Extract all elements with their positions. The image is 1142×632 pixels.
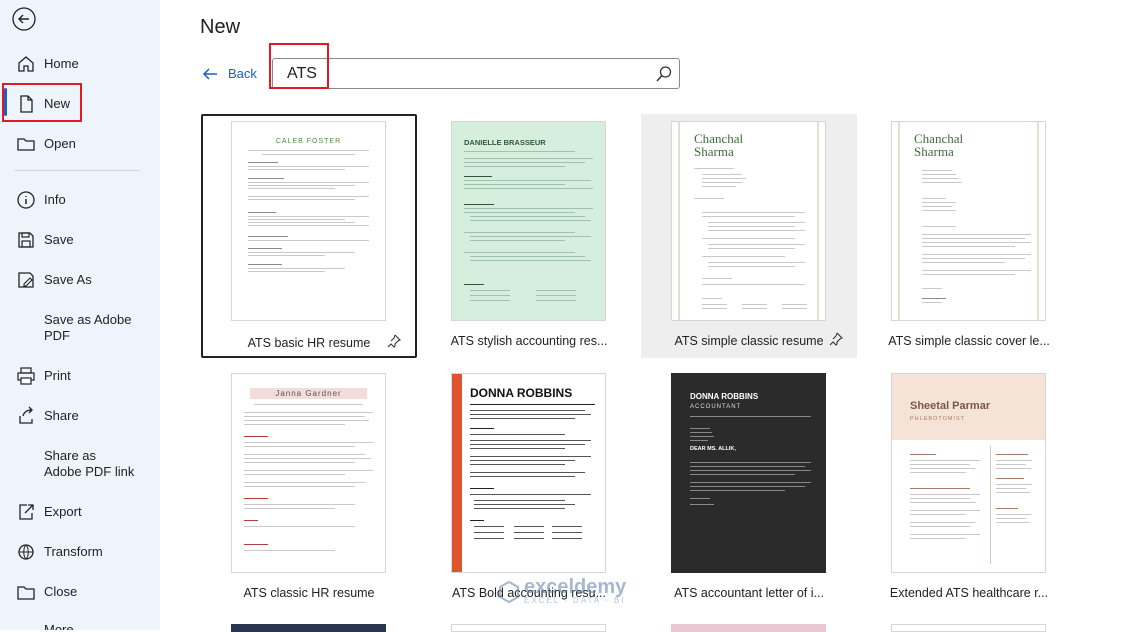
sidebar-item-label: Share <box>44 408 79 423</box>
sidebar-item-share-as-adobe-pdf-link[interactable]: Share as Adobe PDF link <box>0 446 160 480</box>
sidebar-item-home[interactable]: Home <box>0 54 160 74</box>
thumbnail-name: Sheetal Parmar <box>910 400 991 412</box>
export-icon <box>19 504 34 520</box>
sidebar-item-save-as[interactable]: Save As <box>0 270 160 290</box>
back-arrow-icon[interactable] <box>12 7 36 31</box>
save-as-icon <box>18 272 34 288</box>
new-highlight-box <box>2 83 82 122</box>
folder-icon <box>17 138 35 151</box>
template-label: ATS simple classic cover le... <box>888 334 1050 348</box>
template-thumbnail: CALEB FOSTER <box>231 121 386 321</box>
thumbnail-name: Chanchal Sharma <box>694 131 744 159</box>
sidebar-item-close[interactable]: Close <box>0 582 160 602</box>
thumbnail-name: DANIELLE BRASSEUR <box>464 138 546 147</box>
search-input[interactable] <box>287 64 627 84</box>
sidebar-item-label: Save <box>44 232 74 247</box>
thumbnail-column-divider <box>990 446 991 564</box>
pin-icon[interactable] <box>829 332 843 346</box>
thumbnail-border-right <box>817 122 819 320</box>
sidebar-item-export[interactable]: Export <box>0 502 160 522</box>
template-card-extended-ats-healthcare-resume[interactable]: Sheetal Parmar PHLEBOTOMIST Extended ATS… <box>861 372 1077 616</box>
sidebar-item-label: Close <box>44 584 78 599</box>
sidebar-item-label: Print <box>44 368 71 383</box>
backstage-sidebar: Home New Open Info Save Save As Save as … <box>0 0 160 630</box>
sidebar-item-label: Home <box>44 56 79 71</box>
sidebar-item-print[interactable]: Print <box>0 366 160 386</box>
template-card-ats-simple-classic-resume[interactable]: Chanchal Sharma ATS simple classic resum… <box>641 114 857 358</box>
template-label: ATS accountant letter of i... <box>674 586 824 600</box>
sidebar-item-label: Open <box>44 136 76 151</box>
page-title: New <box>200 16 241 38</box>
print-icon <box>17 367 35 385</box>
pin-icon[interactable] <box>387 334 401 348</box>
template-thumbnail: DANIELLE BRASSEUR <box>451 121 606 321</box>
sidebar-item-more[interactable]: More... <box>0 620 160 630</box>
blank-icon-slot <box>16 310 36 330</box>
blank-icon-slot <box>16 620 36 630</box>
sidebar-divider <box>14 170 140 171</box>
template-thumbnail: DONNA ROBBINS <box>451 373 606 573</box>
sidebar-item-info[interactable]: Info <box>0 190 160 210</box>
thumbnail-border-right <box>1037 122 1039 320</box>
search-icon[interactable] <box>655 65 673 83</box>
thumbnail-name: DONNA ROBBINS <box>690 392 759 401</box>
template-card-ats-accountant-letter-of-intent[interactable]: DONNA ROBBINS ACCOUNTANT DEAR MS. ALLIK,… <box>641 372 857 616</box>
template-thumbnail-row3-3[interactable] <box>671 624 826 632</box>
template-thumbnail-row3-4[interactable] <box>891 624 1046 632</box>
thumbnail-greeting: DEAR MS. ALLIK, <box>690 446 736 452</box>
arrow-left-icon <box>202 67 217 80</box>
sidebar-item-share[interactable]: Share <box>0 406 160 426</box>
sidebar-item-label: Transform <box>44 544 103 559</box>
template-thumbnail-row3-1[interactable] <box>231 624 386 632</box>
template-label: ATS simple classic resume <box>674 334 824 348</box>
template-card-ats-classic-hr-resume[interactable]: Janna Gardner ATS classic HR resume <box>201 372 417 616</box>
template-thumbnail: Janna Gardner <box>231 373 386 573</box>
thumbnail-border-left <box>678 122 680 320</box>
sidebar-item-label: Save As <box>44 272 92 287</box>
template-thumbnail: Chanchal Sharma <box>671 121 826 321</box>
transform-icon <box>18 544 34 560</box>
template-card-ats-stylish-accounting-resume[interactable]: DANIELLE BRASSEUR ATS stylish accounting… <box>421 114 637 358</box>
template-search-box <box>272 58 680 89</box>
template-label: ATS classic HR resume <box>243 586 375 600</box>
sidebar-item-label: More... <box>44 622 85 630</box>
info-icon <box>17 191 35 209</box>
thumbnail-subtitle: PHLEBOTOMIST <box>910 416 965 422</box>
sidebar-item-label: Info <box>44 192 66 207</box>
home-icon <box>18 56 34 72</box>
template-thumbnail-row3-2[interactable] <box>451 624 606 632</box>
share-icon <box>19 406 33 424</box>
sidebar-item-open[interactable]: Open <box>0 134 160 154</box>
sidebar-item-label: Export <box>44 504 82 519</box>
thumbnail-name: Janna Gardner <box>275 389 342 398</box>
template-thumbnail: DONNA ROBBINS ACCOUNTANT DEAR MS. ALLIK, <box>671 373 826 573</box>
template-card-ats-simple-classic-cover-letter[interactable]: Chanchal Sharma ATS simple classic cover… <box>861 114 1077 358</box>
close-folder-icon <box>17 586 35 600</box>
template-card-ats-basic-hr-resume[interactable]: CALEB FOSTER ATS basic HR resume <box>201 114 417 358</box>
sidebar-item-label: Share as Adobe PDF link <box>44 448 135 479</box>
back-label: Back <box>228 66 257 81</box>
template-thumbnail: Sheetal Parmar PHLEBOTOMIST <box>891 373 1046 573</box>
sidebar-item-save-as-adobe-pdf[interactable]: Save as Adobe PDF <box>0 310 160 344</box>
template-label: ATS Bold accounting resu... <box>451 586 607 600</box>
thumbnail-border-left <box>898 122 900 320</box>
thumbnail-name: DONNA ROBBINS <box>470 386 573 400</box>
template-label: ATS basic HR resume <box>247 336 371 350</box>
template-label: Extended ATS healthcare r... <box>889 586 1049 600</box>
sidebar-item-label: Save as Adobe PDF <box>44 312 132 343</box>
template-thumbnail: Chanchal Sharma <box>891 121 1046 321</box>
save-icon <box>18 232 34 248</box>
template-card-ats-bold-accounting-resume[interactable]: DONNA ROBBINS ATS Bold accounting resu..… <box>421 372 637 616</box>
search-highlight-box <box>269 43 329 89</box>
thumbnail-accent-bar <box>452 374 462 572</box>
thumbnail-name: Chanchal Sharma <box>914 131 964 159</box>
thumbnail-name: CALEB FOSTER <box>275 138 342 145</box>
thumbnail-subtitle: ACCOUNTANT <box>690 404 742 410</box>
blank-icon-slot <box>16 446 36 466</box>
sidebar-item-save[interactable]: Save <box>0 230 160 250</box>
template-label: ATS stylish accounting res... <box>450 334 608 348</box>
sidebar-item-transform[interactable]: Transform <box>0 542 160 562</box>
new-pane: New Back CALEB FOSTER <box>160 0 1142 632</box>
back-link[interactable]: Back <box>202 66 257 81</box>
